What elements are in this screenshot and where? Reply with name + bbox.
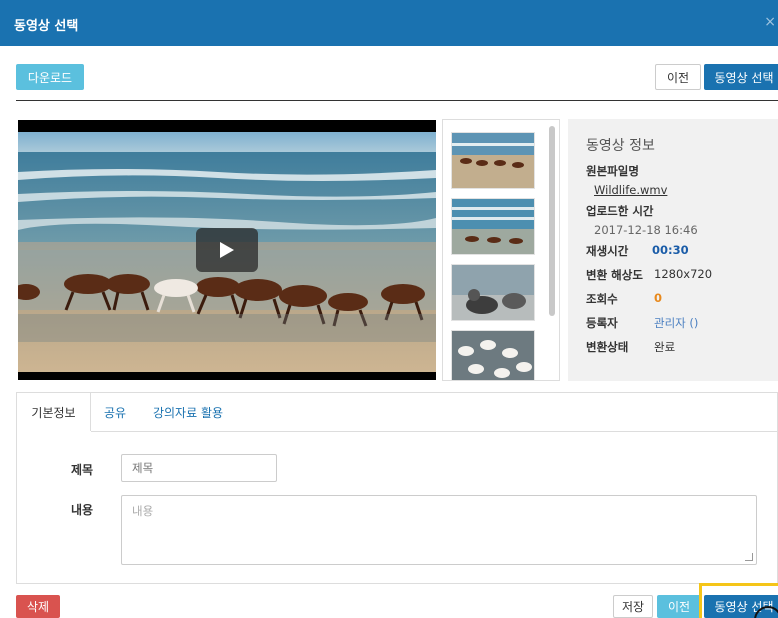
prev-button-bottom[interactable]: 이전 [657, 595, 701, 618]
original-file-label: 원본파일명 [586, 164, 639, 178]
toolbar-divider [16, 100, 778, 101]
title-input[interactable] [121, 454, 277, 482]
thumbnail-2[interactable] [451, 198, 535, 255]
thumbnail-3[interactable] [451, 264, 535, 321]
delete-button[interactable]: 삭제 [16, 595, 60, 618]
status-label: 변환상태 [586, 340, 629, 354]
uploader-value[interactable]: 관리자 () [654, 315, 698, 331]
content-placeholder: 내용 [132, 504, 154, 518]
prev-button-top[interactable]: 이전 [655, 64, 701, 90]
thumbnail-scrollbar[interactable] [549, 126, 555, 316]
dialog-titlebar: 동영상 선택 × [0, 0, 778, 46]
uploader-label: 등록자 [586, 316, 618, 330]
tab-share[interactable]: 공유 [97, 393, 133, 431]
upload-time-value: 2017-12-18 16:46 [594, 223, 698, 237]
play-icon [220, 242, 234, 258]
download-button[interactable]: 다운로드 [16, 64, 84, 90]
video-info-heading: 동영상 정보 [586, 138, 655, 154]
duration-label: 재생시간 [586, 244, 629, 258]
thumbnail-4[interactable] [451, 330, 535, 380]
play-button[interactable] [196, 228, 258, 272]
title-label: 제목 [71, 463, 94, 477]
views-label: 조회수 [586, 292, 618, 306]
video-info-panel: 동영상 정보 원본파일명 Wildlife.wmv 업로드한 시간 2017-1… [568, 119, 778, 381]
thumbnail-1[interactable] [451, 132, 535, 189]
select-video-button-top[interactable]: 동영상 선택 [704, 64, 778, 90]
tab-lecture-material[interactable]: 강의자료 활용 [143, 393, 233, 431]
resize-handle-icon[interactable] [745, 553, 753, 561]
save-button[interactable]: 저장 [613, 595, 653, 618]
content-textarea[interactable]: 내용 [121, 495, 757, 565]
content-label: 내용 [71, 503, 94, 517]
duration-value: 00:30 [652, 243, 689, 257]
close-icon[interactable]: × [764, 14, 776, 30]
video-player[interactable] [18, 120, 436, 380]
dialog-title: 동영상 선택 [14, 19, 79, 34]
detail-panel: 기본정보 공유 강의자료 활용 제목 내용 내용 [16, 392, 778, 584]
status-value: 완료 [654, 340, 676, 354]
original-file-link[interactable]: Wildlife.wmv [594, 183, 667, 197]
views-value: 0 [654, 291, 663, 305]
tab-basic-info[interactable]: 기본정보 [17, 393, 91, 431]
upload-time-label: 업로드한 시간 [586, 204, 654, 218]
thumbnail-list[interactable] [442, 119, 560, 381]
resolution-value: 1280x720 [654, 267, 713, 281]
resolution-label: 변환 해상도 [586, 268, 643, 282]
tab-divider [91, 431, 778, 432]
